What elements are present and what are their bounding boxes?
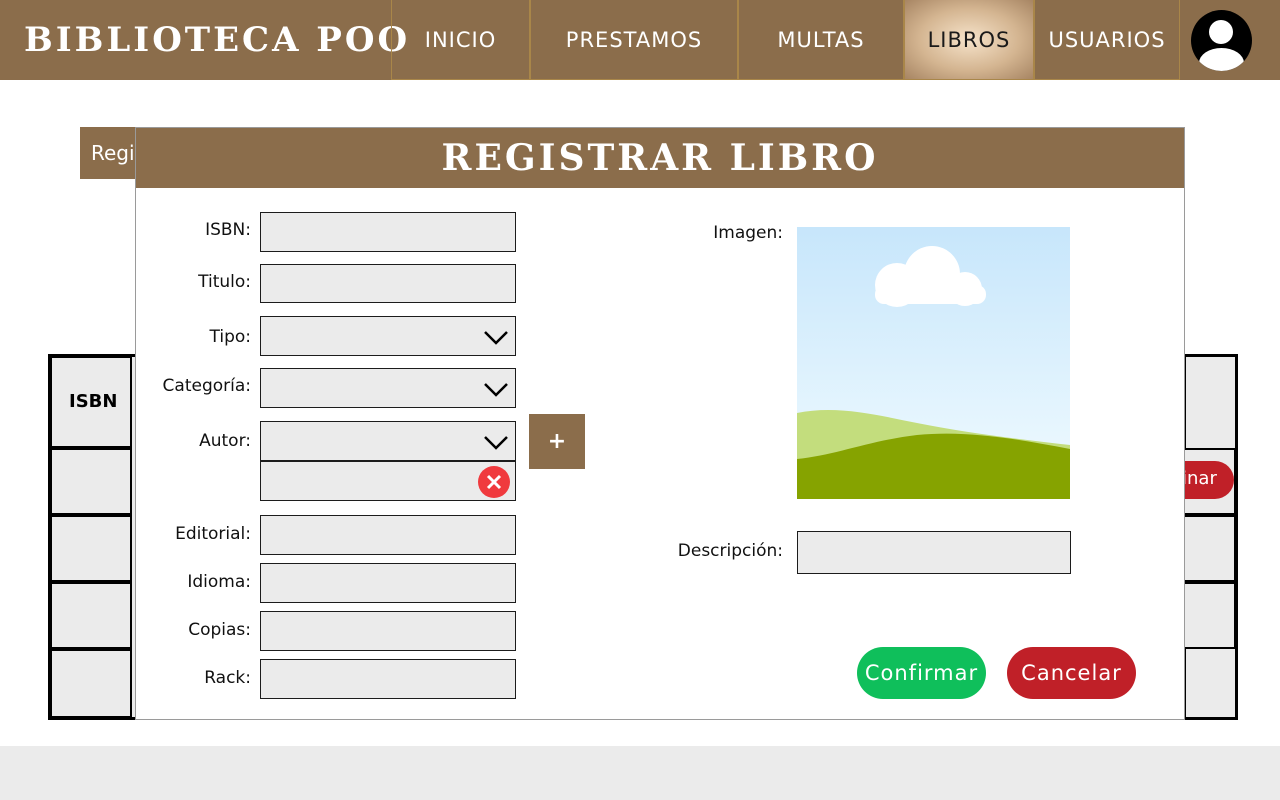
- chevron-down-icon: [484, 436, 508, 450]
- brand-title: BIBLIOTECA POO: [24, 20, 411, 60]
- nav-item-usuarios[interactable]: USUARIOS: [1034, 0, 1180, 80]
- user-avatar-icon[interactable]: [1191, 10, 1252, 71]
- categoria-label: Categoría:: [162, 376, 251, 396]
- top-navbar: BIBLIOTECA POO INICIO PRESTAMOS MULTAS L…: [0, 0, 1280, 80]
- confirm-button[interactable]: Confirmar: [857, 647, 986, 699]
- titulo-label: Titulo:: [198, 272, 251, 292]
- imagen-label: Imagen:: [713, 223, 783, 243]
- editorial-label: Editorial:: [175, 524, 251, 544]
- table-row: [1183, 582, 1236, 649]
- descripcion-input[interactable]: [797, 531, 1071, 574]
- nav-item-multas[interactable]: MULTAS: [738, 0, 904, 80]
- modal-title: REGISTRAR LIBRO: [136, 128, 1184, 188]
- tipo-label: Tipo:: [209, 327, 251, 347]
- categoria-select[interactable]: [260, 368, 516, 408]
- isbn-input[interactable]: [260, 212, 516, 252]
- image-placeholder-icon[interactable]: [797, 227, 1070, 499]
- table-header-isbn: ISBN: [69, 391, 118, 412]
- cancel-button[interactable]: Cancelar: [1007, 647, 1136, 699]
- isbn-label: ISBN:: [205, 220, 251, 240]
- table-row: [50, 515, 132, 582]
- autor-select[interactable]: [260, 421, 516, 461]
- copias-label: Copias:: [188, 620, 251, 640]
- footer-band: [0, 746, 1280, 800]
- table-row: [50, 582, 132, 649]
- table-row: [50, 448, 132, 515]
- table-row: [1183, 515, 1236, 582]
- descripcion-label: Descripción:: [677, 541, 783, 561]
- copias-input[interactable]: [260, 611, 516, 651]
- chevron-down-icon: [484, 383, 508, 397]
- autor-label: Autor:: [199, 431, 251, 451]
- remove-author-button[interactable]: [478, 466, 510, 498]
- table-row: [50, 649, 132, 718]
- editorial-input[interactable]: [260, 515, 516, 555]
- nav-item-prestamos[interactable]: PRESTAMOS: [530, 0, 738, 80]
- rack-input[interactable]: [260, 659, 516, 699]
- chevron-down-icon: [484, 331, 508, 345]
- idioma-label: Idioma:: [187, 572, 251, 592]
- add-author-button[interactable]: +: [529, 414, 585, 469]
- titulo-input[interactable]: [260, 264, 516, 303]
- close-circle-icon: [486, 474, 502, 490]
- rack-label: Rack:: [204, 668, 251, 688]
- idioma-input[interactable]: [260, 563, 516, 603]
- tipo-select[interactable]: [260, 316, 516, 356]
- nav-item-inicio[interactable]: INICIO: [391, 0, 530, 80]
- nav-item-libros[interactable]: LIBROS: [904, 0, 1034, 80]
